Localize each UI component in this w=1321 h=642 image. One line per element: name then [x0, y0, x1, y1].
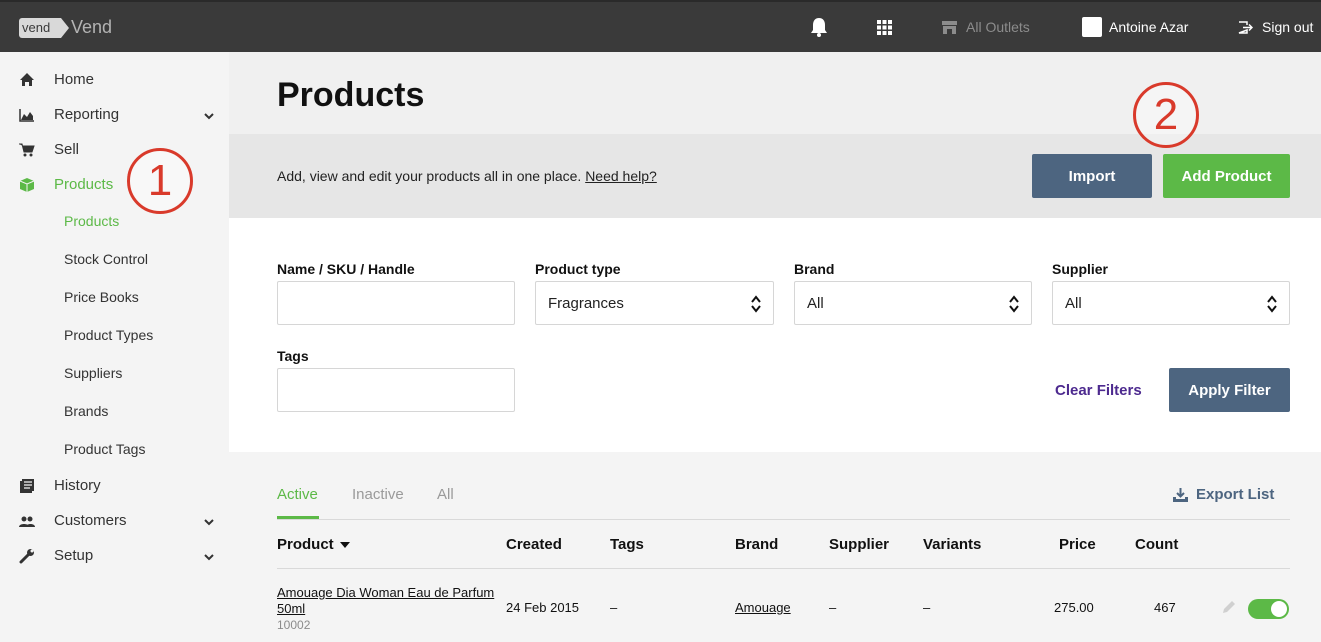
variants-value: – [923, 600, 931, 615]
name-sku-handle-input[interactable] [277, 281, 515, 325]
sign-out-button[interactable]: Sign out [1238, 19, 1313, 35]
chevron-down-icon [204, 519, 214, 526]
column-header-variants[interactable]: Variants [923, 536, 981, 553]
chevron-down-icon [204, 113, 214, 120]
filters-panel: Name / SKU / Handle Product type Fragran… [229, 218, 1321, 452]
count-value: 467 [1154, 600, 1176, 615]
column-header-tags[interactable]: Tags [610, 536, 644, 553]
outlet-selector[interactable]: All Outlets [942, 19, 1030, 35]
banner-text: Add, view and edit your products all in … [277, 168, 657, 184]
import-button[interactable]: Import [1032, 154, 1152, 198]
sidebar-item-label: Setup [54, 547, 94, 564]
store-icon [942, 20, 957, 34]
need-help-link[interactable]: Need help? [585, 168, 657, 184]
select-arrows-icon [751, 295, 761, 313]
subnav-stock-control[interactable]: Stock Control [64, 251, 148, 267]
brand-link[interactable]: Amouage [735, 600, 791, 615]
subnav-suppliers[interactable]: Suppliers [64, 365, 122, 381]
column-header-supplier[interactable]: Supplier [829, 536, 889, 553]
brand-select[interactable]: All [794, 281, 1032, 325]
add-product-button[interactable]: Add Product [1163, 154, 1290, 198]
price-value: 275.00 [1054, 600, 1094, 615]
top-bar: vend Vend All Outlets Antoine Azar Sign … [0, 0, 1321, 52]
header-divider [277, 568, 1290, 569]
sign-out-icon [1238, 20, 1253, 34]
supplier-value: – [829, 600, 837, 615]
export-list-button[interactable]: Export List [1173, 486, 1274, 503]
supplier-select[interactable]: All [1052, 281, 1290, 325]
outlets-label: All Outlets [966, 19, 1030, 35]
brand-label: Brand [794, 261, 835, 277]
supplier-label: Supplier [1052, 261, 1109, 277]
sort-down-icon [339, 541, 350, 548]
sidebar-item-reporting[interactable]: Reporting [0, 97, 229, 132]
sidebar-item-label: Products [54, 176, 114, 193]
chevron-down-icon [204, 554, 214, 561]
subnav-products[interactable]: Products [64, 213, 119, 229]
pencil-icon[interactable] [1221, 600, 1236, 615]
name-filter-label: Name / SKU / Handle [277, 261, 415, 277]
annotation-callout-2: 2 [1133, 82, 1199, 148]
vend-logo[interactable]: vend [19, 18, 69, 38]
product-type-select[interactable]: Fragrances [535, 281, 774, 325]
sidebar-item-home[interactable]: Home [0, 62, 229, 97]
sidebar-item-label: Customers [54, 512, 127, 529]
user-menu[interactable]: Antoine Azar [1082, 17, 1188, 37]
tab-inactive[interactable]: Inactive [352, 486, 404, 503]
active-toggle[interactable] [1248, 599, 1289, 619]
sidebar-item-label: Reporting [54, 106, 120, 123]
cart-icon [19, 143, 35, 157]
sign-out-label: Sign out [1262, 19, 1314, 35]
bell-icon[interactable] [809, 16, 829, 38]
user-name: Antoine Azar [1109, 19, 1189, 35]
apply-filter-button[interactable]: Apply Filter [1169, 368, 1290, 412]
tags-value: – [610, 600, 618, 615]
download-icon [1173, 487, 1188, 502]
sidebar-item-setup[interactable]: Setup [0, 538, 229, 573]
product-sku: 10002 [277, 618, 311, 632]
app-name[interactable]: Vend [71, 17, 112, 38]
product-name-link[interactable]: Amouage Dia Woman Eau de Parfum 50ml [277, 585, 494, 617]
sidebar-item-products[interactable]: Products [0, 167, 229, 202]
product-list: Active Inactive All Export List Product … [229, 452, 1321, 642]
sidebar-item-label: History [54, 477, 101, 494]
column-header-product[interactable]: Product [277, 536, 350, 553]
page-title: Products [277, 76, 425, 114]
apps-grid-icon[interactable] [877, 20, 892, 35]
history-icon [20, 479, 34, 493]
tags-input[interactable] [277, 368, 515, 412]
subnav-product-tags[interactable]: Product Tags [64, 441, 145, 457]
column-header-created[interactable]: Created [506, 536, 562, 553]
sidebar-item-sell[interactable]: Sell [0, 132, 229, 167]
sidebar-item-label: Home [54, 71, 95, 88]
subnav-price-books[interactable]: Price Books [64, 289, 139, 305]
avatar [1082, 17, 1102, 37]
select-arrows-icon [1009, 295, 1019, 313]
subnav-product-types[interactable]: Product Types [64, 327, 153, 343]
wrench-icon [19, 549, 34, 564]
subnav-brands[interactable]: Brands [64, 403, 108, 419]
created-date: 24 Feb 2015 [506, 600, 580, 615]
sidebar-item-customers[interactable]: Customers [0, 503, 229, 538]
tags-label: Tags [277, 348, 309, 364]
tab-divider [277, 519, 1290, 520]
sidebar-item-label: Sell [54, 141, 80, 158]
export-list-label: Export List [1196, 486, 1275, 503]
sidebar: Home Reporting Sell Products Products St… [0, 52, 229, 642]
users-icon [19, 516, 35, 527]
select-arrows-icon [1267, 295, 1277, 313]
chart-icon [19, 109, 34, 122]
column-header-brand[interactable]: Brand [735, 536, 778, 553]
sidebar-item-history[interactable]: History [0, 468, 229, 503]
column-header-price[interactable]: Price [1059, 536, 1096, 553]
home-icon [20, 73, 34, 86]
tab-all[interactable]: All [437, 486, 454, 503]
product-type-label: Product type [535, 261, 621, 277]
clear-filters-link[interactable]: Clear Filters [1055, 382, 1142, 399]
tab-active[interactable]: Active [277, 486, 318, 503]
box-icon [19, 178, 35, 192]
annotation-callout-1: 1 [127, 148, 193, 214]
column-header-count[interactable]: Count [1135, 536, 1178, 553]
